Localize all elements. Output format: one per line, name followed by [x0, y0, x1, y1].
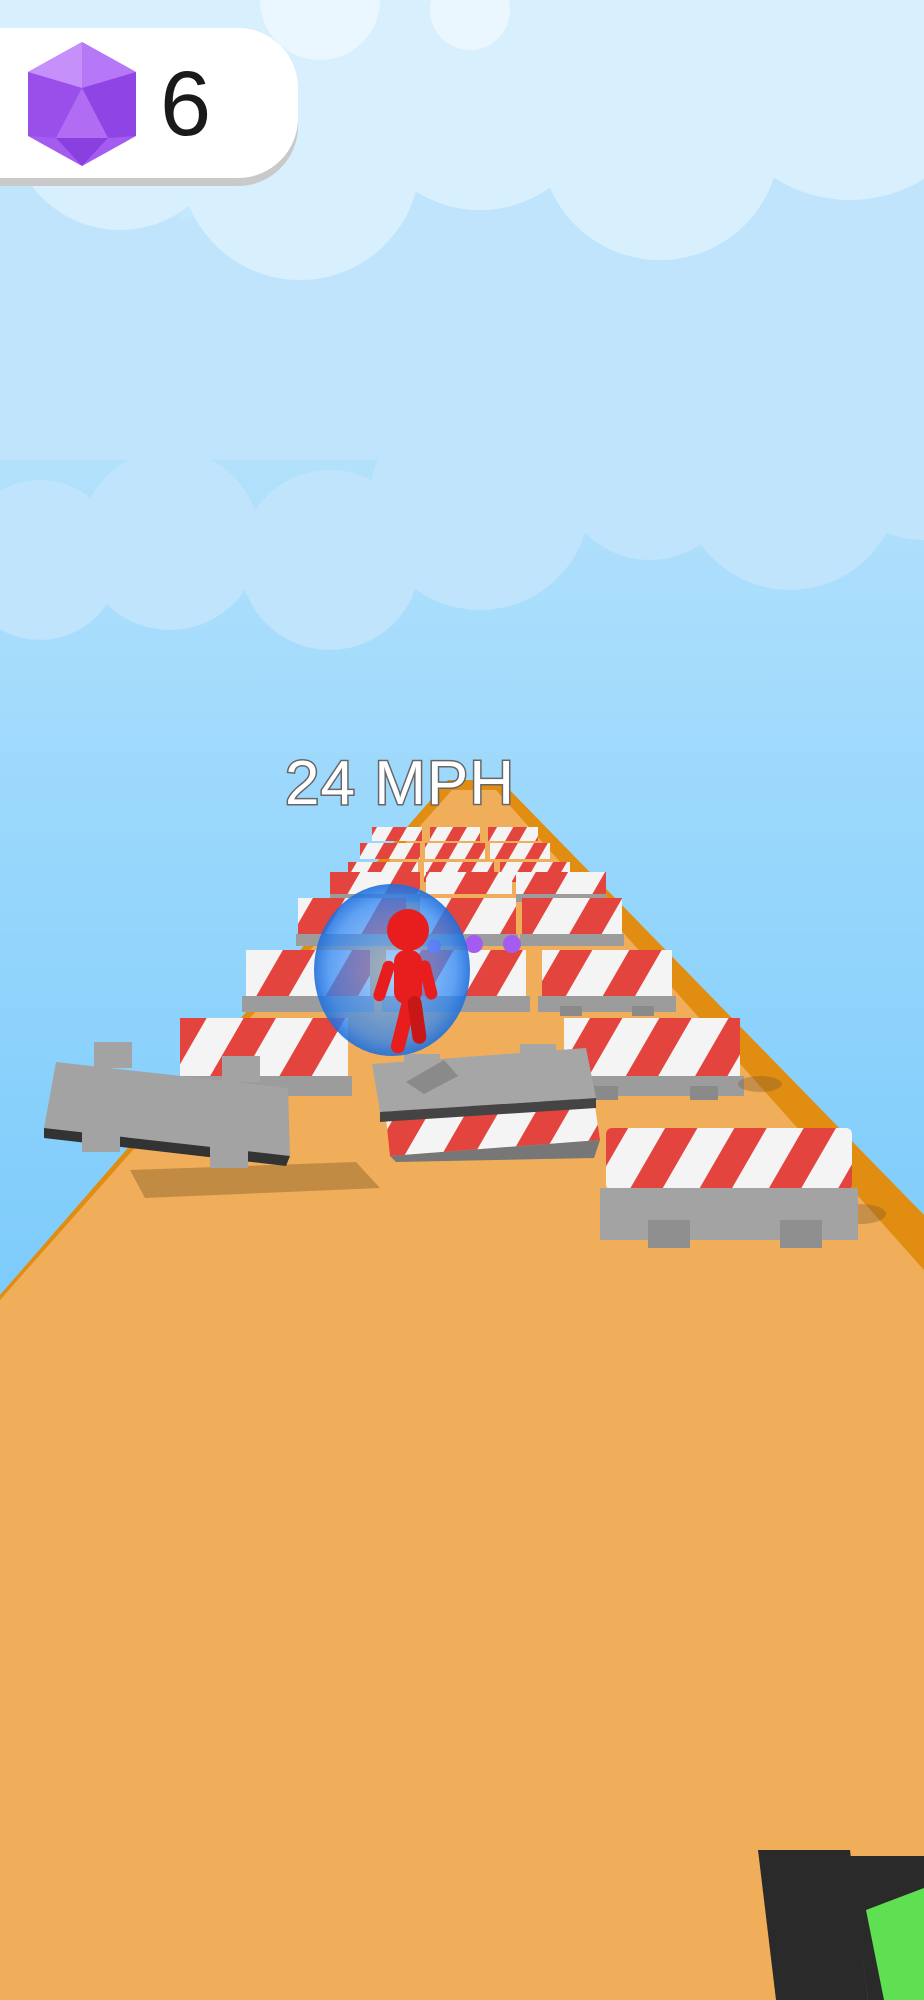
barrier-near-right: [600, 1128, 886, 1248]
player-character: [314, 884, 470, 1056]
gem-counter-panel: 6: [0, 28, 298, 178]
game-scene: [0, 0, 924, 2000]
broken-barrier-center: [372, 1044, 600, 1162]
speed-indicator: 24 MPH: [284, 748, 516, 820]
purple-gem-icon: [28, 42, 136, 166]
corner-prop: [758, 1850, 924, 2000]
gem-count: 6: [160, 53, 212, 155]
